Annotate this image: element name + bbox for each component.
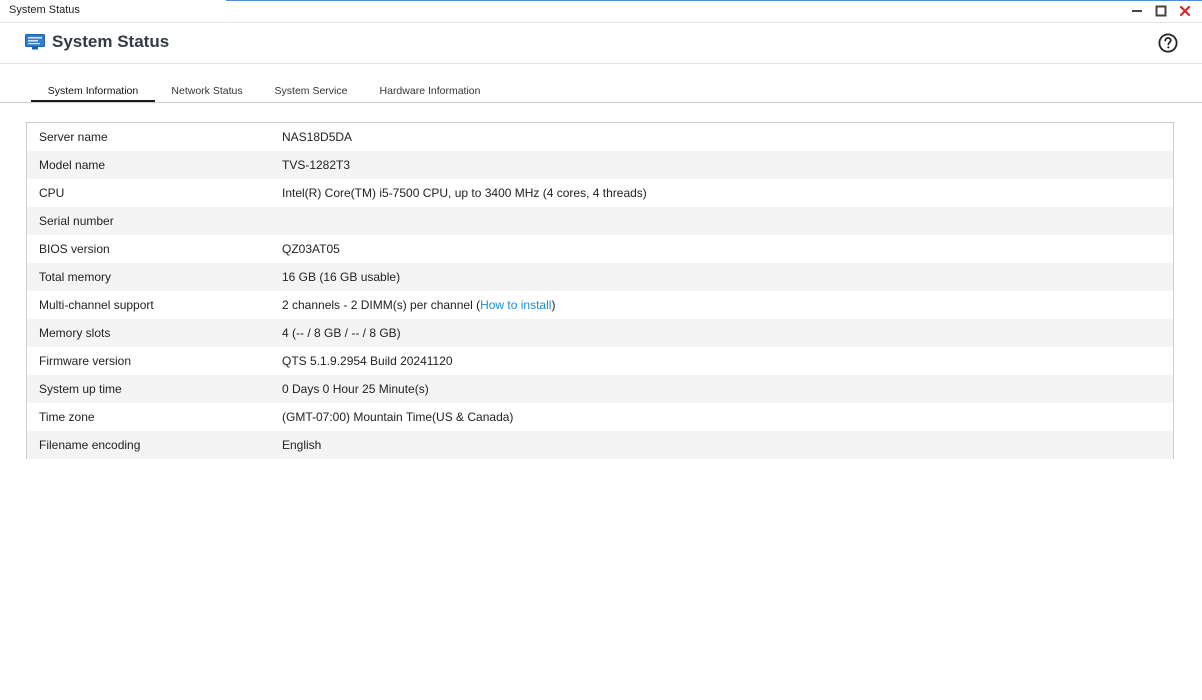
row-value: NAS18D5DA bbox=[282, 130, 353, 144]
table-row: BIOS version QZ03AT05 bbox=[27, 235, 1173, 263]
row-value: (GMT-07:00) Mountain Time(US & Canada) bbox=[282, 410, 514, 424]
table-row: Total memory 16 GB (16 GB usable) bbox=[27, 263, 1173, 291]
window-controls bbox=[1128, 2, 1194, 20]
row-label: Serial number bbox=[39, 214, 114, 228]
row-label: BIOS version bbox=[39, 242, 110, 256]
row-value-suffix: ) bbox=[551, 298, 556, 312]
close-icon bbox=[1179, 5, 1191, 17]
window-title: System Status bbox=[9, 4, 80, 16]
row-value: 0 Days 0 Hour 25 Minute(s) bbox=[282, 382, 429, 396]
row-label: Memory slots bbox=[39, 326, 111, 340]
row-label: CPU bbox=[39, 186, 65, 200]
maximize-icon bbox=[1155, 5, 1167, 17]
row-label: Multi-channel support bbox=[39, 298, 154, 312]
row-label: Time zone bbox=[39, 410, 95, 424]
row-label: System up time bbox=[39, 382, 122, 396]
table-row: Server name NAS18D5DA bbox=[27, 123, 1173, 151]
row-label: Firmware version bbox=[39, 354, 132, 368]
row-value: 4 (-- / 8 GB / -- / 8 GB) bbox=[282, 326, 401, 340]
table-row: Serial number bbox=[27, 207, 1173, 235]
row-value: QZ03AT05 bbox=[282, 242, 340, 256]
monitor-icon bbox=[25, 34, 45, 50]
row-value: English bbox=[282, 438, 322, 452]
minimize-icon bbox=[1132, 10, 1142, 12]
row-label: Total memory bbox=[39, 270, 112, 284]
system-status-window: System Status System Status System Infor… bbox=[0, 0, 1202, 700]
row-value: Intel(R) Core(TM) i5-7500 CPU, up to 340… bbox=[282, 186, 647, 200]
window-titlebar: System Status bbox=[0, 0, 1202, 23]
tab-system-service[interactable]: System Service bbox=[268, 80, 354, 100]
row-label: Filename encoding bbox=[39, 438, 141, 452]
app-header: System Status bbox=[0, 22, 1202, 64]
table-row: Memory slots 4 (-- / 8 GB / -- / 8 GB) bbox=[27, 319, 1173, 347]
row-value: 16 GB (16 GB usable) bbox=[282, 270, 401, 284]
tab-system-information[interactable]: System Information bbox=[31, 80, 155, 102]
row-value: TVS-1282T3 bbox=[282, 158, 351, 172]
table-row: Filename encoding English bbox=[27, 431, 1173, 459]
row-label: Model name bbox=[39, 158, 106, 172]
system-info-table: Server name NAS18D5DA Model name TVS-128… bbox=[26, 122, 1174, 459]
table-row: Multi-channel support 2 channels - 2 DIM… bbox=[27, 291, 1173, 319]
tab-bar: System Information Network Status System… bbox=[0, 80, 1202, 103]
tab-hardware-information[interactable]: Hardware Information bbox=[372, 80, 488, 100]
page-title: System Status bbox=[52, 32, 170, 51]
row-value-prefix: 2 channels - 2 DIMM(s) per channel ( bbox=[282, 298, 481, 312]
maximize-button[interactable] bbox=[1152, 2, 1170, 20]
table-row: CPU Intel(R) Core(TM) i5-7500 CPU, up to… bbox=[27, 179, 1173, 207]
help-circle-icon[interactable] bbox=[1158, 33, 1178, 53]
table-row: Time zone (GMT-07:00) Mountain Time(US &… bbox=[27, 403, 1173, 431]
table-row: System up time 0 Days 0 Hour 25 Minute(s… bbox=[27, 375, 1173, 403]
row-value: QTS 5.1.9.2954 Build 20241120 bbox=[282, 354, 453, 368]
row-label: Server name bbox=[39, 130, 108, 144]
titlebar-accent-line bbox=[226, 0, 1202, 1]
minimize-button[interactable] bbox=[1128, 2, 1146, 20]
table-row: Model name TVS-1282T3 bbox=[27, 151, 1173, 179]
close-button[interactable] bbox=[1176, 2, 1194, 20]
how-to-install-link[interactable]: How to install bbox=[480, 298, 551, 312]
row-value: 2 channels - 2 DIMM(s) per channel (How … bbox=[282, 291, 555, 319]
tab-network-status[interactable]: Network Status bbox=[164, 80, 250, 100]
table-row: Firmware version QTS 5.1.9.2954 Build 20… bbox=[27, 347, 1173, 375]
